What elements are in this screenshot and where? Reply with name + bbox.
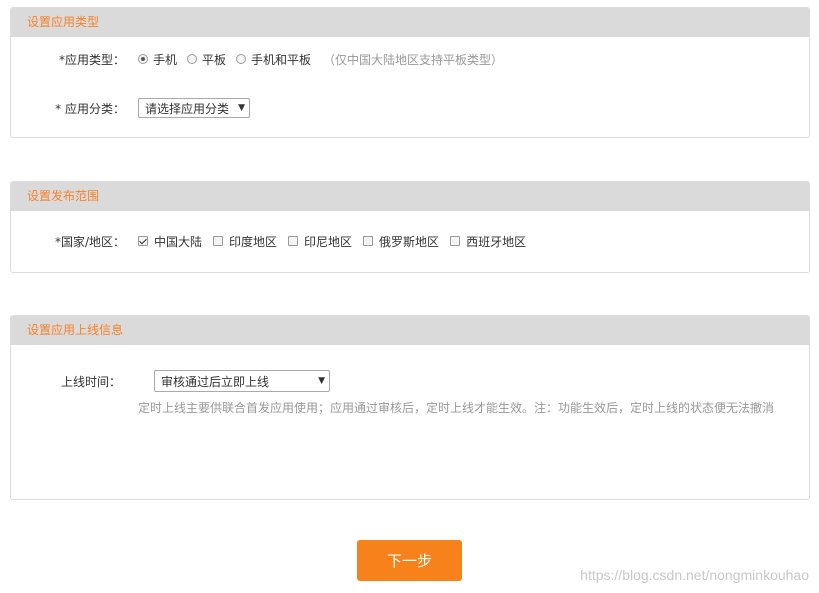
region-option-label: 印度地区 [229, 234, 278, 249]
app-category-label: * 应用分类： [55, 101, 125, 116]
next-step-button[interactable]: 下一步 [357, 540, 462, 581]
online-info-panel-title: 设置应用上线信息 [11, 316, 809, 345]
app-type-option-tablet[interactable]: 平板 [187, 51, 226, 68]
app-type-option-label: 手机 [153, 52, 178, 67]
online-time-select[interactable]: 审核通过后立即上线 ▼ [154, 370, 330, 392]
radio-unchecked-icon[interactable] [187, 54, 198, 64]
tablet-region-note: （仅中国大陆地区支持平板类型） [323, 52, 504, 67]
watermark: https://blog.csdn.net/nongminkouhao [580, 567, 809, 583]
online-time-label: 上线时间： [60, 374, 121, 389]
region-option-india[interactable]: 印度地区 [213, 233, 277, 250]
release-range-panel-title: 设置发布范围 [11, 182, 809, 211]
app-type-option-label: 手机和平板 [251, 52, 312, 67]
app-type-option-phone[interactable]: 手机 [138, 51, 177, 68]
region-option-label: 西班牙地区 [466, 234, 527, 249]
online-time-row: 上线时间： 审核通过后立即上线 ▼ [11, 370, 330, 392]
app-type-option-label: 平板 [202, 52, 227, 67]
app-type-option-phone-and-tablet[interactable]: 手机和平板 [236, 51, 311, 68]
online-info-panel: 设置应用上线信息 上线时间： 审核通过后立即上线 ▼ 定时上线主要供联合首发应用… [10, 315, 810, 500]
app-type-panel: 设置应用类型 *应用类型： 手机 平板 手机和平板 （仅中国大陆地区支持平板类型… [10, 7, 810, 138]
radio-checked-icon[interactable] [138, 54, 148, 64]
release-range-panel: 设置发布范围 *国家/地区： 中国大陆 印度地区 印尼地区 俄罗斯地区 西班牙地… [10, 181, 810, 273]
region-row: *国家/地区： 中国大陆 印度地区 印尼地区 俄罗斯地区 西班牙地区 [11, 231, 537, 251]
app-type-panel-title: 设置应用类型 [11, 8, 809, 37]
radio-unchecked-icon[interactable] [236, 54, 247, 64]
checkbox-unchecked-icon[interactable] [363, 236, 374, 246]
app-category-row: * 应用分类： 请选择应用分类 ▼ [11, 98, 250, 118]
region-option-label: 俄罗斯地区 [379, 234, 440, 249]
region-option-label: 中国大陆 [154, 234, 203, 249]
checkbox-checked-icon[interactable] [138, 236, 148, 246]
app-category-select-value: 请选择应用分类 [145, 101, 230, 116]
region-option-spain[interactable]: 西班牙地区 [450, 233, 526, 250]
dropdown-arrow-icon: ▼ [318, 376, 325, 386]
app-category-select[interactable]: 请选择应用分类 ▼ [138, 98, 250, 118]
dropdown-arrow-icon: ▼ [238, 103, 245, 113]
app-type-row: *应用类型： 手机 平板 手机和平板 （仅中国大陆地区支持平板类型） [11, 49, 503, 69]
region-option-china-mainland[interactable]: 中国大陆 [138, 233, 202, 250]
app-type-label: *应用类型： [58, 52, 125, 67]
region-option-russia[interactable]: 俄罗斯地区 [363, 233, 439, 250]
online-time-select-value: 审核通过后立即上线 [161, 374, 270, 389]
region-option-indonesia[interactable]: 印尼地区 [288, 233, 352, 250]
region-label: *国家/地区： [54, 234, 125, 249]
online-time-hint: 定时上线主要供联合首发应用使用；应用通过审核后，定时上线才能生效。注：功能生效后… [138, 401, 775, 415]
checkbox-unchecked-icon[interactable] [288, 236, 299, 246]
region-option-label: 印尼地区 [304, 234, 353, 249]
checkbox-unchecked-icon[interactable] [450, 236, 461, 246]
checkbox-unchecked-icon[interactable] [213, 236, 224, 246]
